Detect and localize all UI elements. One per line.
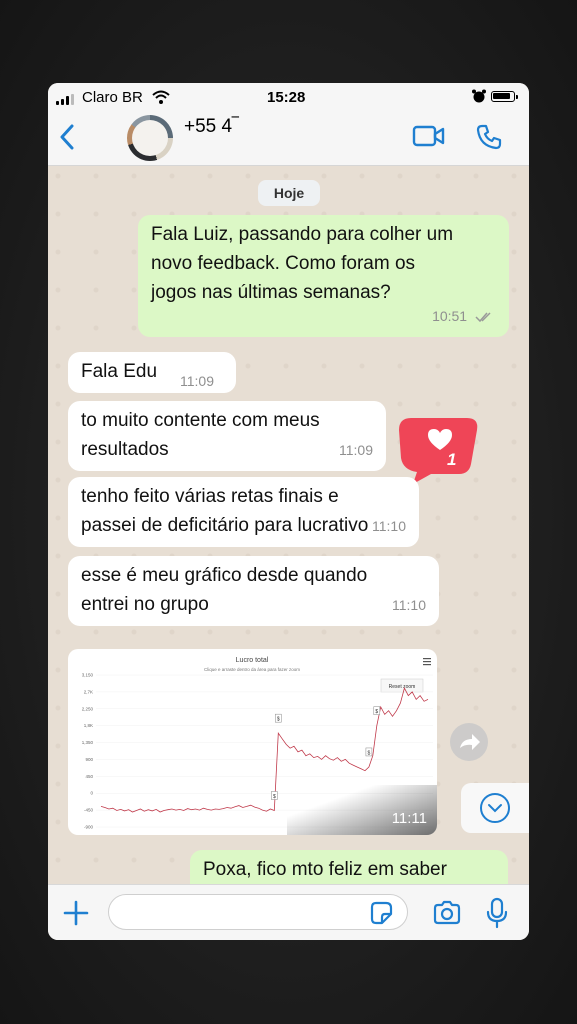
message-bubble-outgoing[interactable]: Fala Luiz, passando para colher um novo … (138, 215, 509, 337)
chart-flag-label: $ (368, 750, 371, 756)
message-line: Fala Luiz, passando para colher um (151, 224, 454, 245)
y-tick-label: -450 (84, 808, 94, 813)
voice-call-icon[interactable] (475, 123, 503, 151)
chat-header: +55 4‾ (48, 111, 529, 166)
message-line: tenho feito várias retas finais e (81, 486, 339, 507)
chart-subtitle: Clique e arraste dentro da área para faz… (204, 667, 300, 672)
forward-arrow-icon (460, 734, 480, 750)
message-bubble-incoming[interactable]: to muito contente com meus resultados 11… (68, 401, 386, 471)
reaction-count: 1 (447, 450, 457, 469)
status-bar: Claro BR 15:28 (48, 83, 529, 111)
alarm-icon (472, 89, 486, 103)
y-tick-label: 2,7K (84, 689, 93, 694)
message-time: 11:10 (372, 518, 406, 534)
reset-zoom-label: Reset zoom (389, 684, 416, 690)
chat-area[interactable]: Hoje Fala Luiz, passando para colher um … (48, 166, 529, 884)
message-line: novo feedback. Como foram os (151, 253, 416, 274)
contact-avatar[interactable] (127, 115, 173, 161)
y-tick-label: 450 (85, 774, 93, 779)
message-input[interactable] (108, 894, 408, 930)
y-tick-label: 900 (85, 757, 93, 762)
back-chevron-icon[interactable] (58, 123, 76, 151)
chart-title: Lucro total (236, 657, 269, 664)
scroll-to-bottom-button[interactable] (461, 783, 529, 833)
y-tick-label: -900 (84, 825, 94, 830)
forward-button[interactable] (450, 723, 488, 761)
microphone-icon[interactable] (486, 897, 508, 929)
carrier-label: Claro BR (82, 89, 143, 106)
message-time: 11:09 (339, 442, 373, 458)
wifi-icon (152, 90, 170, 104)
y-tick-label: 2,250 (82, 706, 94, 711)
date-chip: Hoje (258, 180, 320, 206)
message-bubble-incoming[interactable]: Fala Edu 11:09 (68, 352, 236, 393)
message-bubble-incoming[interactable]: esse é meu gráfico desde quando entrei n… (68, 556, 439, 626)
message-bubble-incoming[interactable]: tenho feito várias retas finais e passei… (68, 477, 419, 547)
message-line: to muito contente com meus (81, 410, 320, 431)
message-line: Poxa, fico mto feliz em saber (203, 859, 447, 880)
message-time: 11:10 (392, 597, 426, 613)
contact-name[interactable]: +55 4‾ (184, 116, 238, 138)
message-time: 11:09 (180, 373, 214, 389)
sticker-icon[interactable] (368, 900, 394, 926)
y-tick-label: 3,150 (82, 673, 94, 678)
battery-icon (491, 91, 518, 102)
y-tick-label: 1,350 (82, 740, 94, 745)
signal-icon (56, 94, 78, 105)
chart-flag-label: $ (273, 794, 276, 800)
message-line: esse é meu gráfico desde quando (81, 565, 368, 586)
message-line: passei de deficitário para lucrativo (81, 515, 369, 536)
chart-menu-icon (423, 658, 431, 666)
message-time: 11:11 (391, 810, 427, 827)
video-call-icon[interactable] (412, 124, 446, 148)
reset-zoom-button: Reset zoom (380, 678, 424, 693)
message-bubble-outgoing[interactable]: Poxa, fico mto feliz em saber (190, 850, 508, 884)
phone-screen: Claro BR 15:28 +55 4‾ Hoje Fala Luiz, pa… (48, 83, 529, 940)
message-line: entrei no grupo (81, 594, 209, 615)
read-ticks-icon (475, 312, 491, 323)
y-tick-label: 1,8K (84, 723, 93, 728)
image-message[interactable]: Lucro total Clique e arraste dentro da á… (68, 649, 437, 835)
message-line: resultados (81, 439, 169, 460)
y-tick-label: 0 (90, 791, 93, 796)
chart-flag-label: $ (277, 717, 280, 723)
plus-icon[interactable] (62, 899, 90, 927)
status-time: 15:28 (267, 89, 306, 106)
chevron-down-icon (480, 793, 510, 823)
camera-icon[interactable] (432, 900, 462, 926)
message-time: 10:51 (432, 308, 468, 324)
input-bar (48, 884, 529, 940)
chart-flag-label: $ (375, 709, 378, 715)
